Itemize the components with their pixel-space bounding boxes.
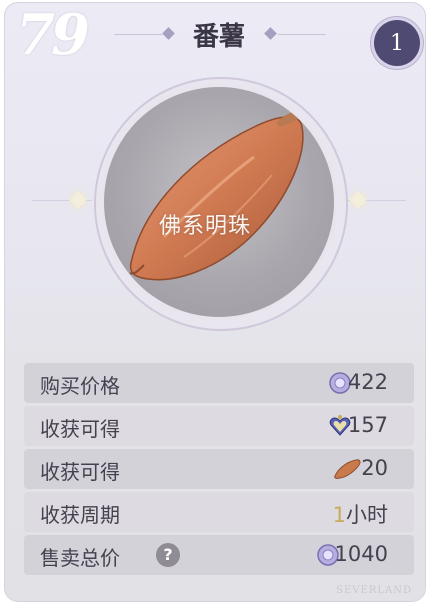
sweet-potato-icon (334, 459, 361, 479)
stat-label: 收获周期 (40, 503, 120, 527)
cycle-number: 1 (332, 503, 346, 527)
stat-row-harvest-yield: 收获可得 20 (24, 449, 414, 489)
stat-row-harvest-cycle: 收获周期 1小时 (24, 492, 414, 532)
cycle-unit: 小时 (346, 503, 388, 527)
level-badge: 1 (374, 20, 420, 66)
watermark-text: 佛系明珠 (159, 214, 252, 239)
stat-label: 购买价格 (40, 374, 120, 398)
help-icon[interactable]: ? (156, 543, 180, 567)
stat-label: 售卖总价 (40, 546, 120, 570)
footer-watermark: SEVERLAND (336, 585, 412, 596)
item-card: 79 番薯 1 佛系明珠 购买价格 422 收获可得 157 收获可得 20 收… (4, 2, 426, 602)
stat-value: 1小时 (333, 499, 388, 529)
stat-row-purchase-price: 购买价格 422 (24, 363, 414, 403)
stat-row-total-sale-price: 售卖总价 ? 1040 (24, 535, 414, 575)
stat-label: 收获可得 (40, 417, 120, 441)
sparkle-icon (349, 191, 367, 209)
sweet-potato-icon (129, 112, 304, 281)
stat-row-harvest-exp: 收获可得 157 (24, 406, 414, 446)
item-frame (104, 87, 334, 317)
sparkle-icon (69, 191, 87, 209)
stat-value: 20 (361, 456, 388, 480)
title-row: 番薯 (4, 14, 426, 54)
item-name: 番薯 (192, 22, 245, 52)
title-divider-right (278, 34, 326, 35)
stat-value: 1040 (334, 542, 388, 566)
stat-value: 422 (347, 370, 388, 394)
stats-list: 购买价格 422 收获可得 157 收获可得 20 收获周期 1小时 售卖总价 … (24, 363, 414, 578)
stat-label: 收获可得 (40, 460, 120, 484)
stat-value: 157 (347, 413, 388, 437)
